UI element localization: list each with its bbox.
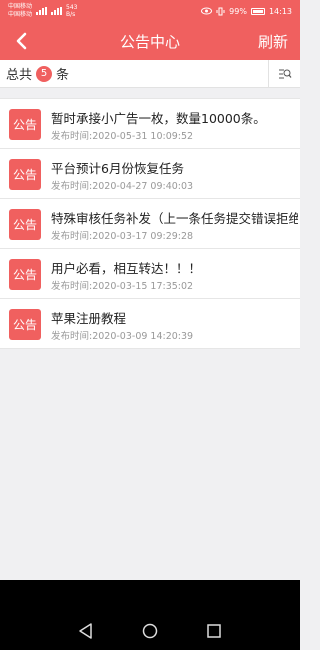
- status-bar: 中国移动 中国移动 543 B/s 99% 14:13: [0, 0, 300, 22]
- notice-title: 暂时承接小广告一枚，数量10000条。: [51, 111, 266, 126]
- refresh-button[interactable]: 刷新: [258, 31, 288, 52]
- back-button[interactable]: [8, 28, 34, 54]
- notice-time: 发布时间:2020-05-31 10:09:52: [51, 131, 194, 142]
- summary-prefix: 总共: [6, 68, 33, 83]
- network-speed: 543 B/s: [66, 4, 77, 18]
- triangle-back-icon[interactable]: [77, 622, 95, 640]
- phone-screen: 中国移动 中国移动 543 B/s 99% 14:13 公告中心 刷新 总共 5…: [0, 0, 300, 650]
- notice-time: 发布时间:2020-04-27 09:40:03: [51, 181, 194, 192]
- notice-item[interactable]: 公告 特殊审核任务补发（上一条任务提交错误拒绝的， 发布时间:2020-03-1…: [0, 199, 300, 249]
- battery-icon: [250, 7, 265, 15]
- app-header: 公告中心 刷新: [0, 22, 300, 60]
- notice-item[interactable]: 公告 暂时承接小广告一枚，数量10000条。 发布时间:2020-05-31 1…: [0, 99, 300, 149]
- signal-icon: [36, 7, 48, 15]
- signal-icon-2: [51, 7, 63, 15]
- carrier-2: 中国移动: [8, 11, 33, 18]
- notice-tag: 公告: [9, 309, 41, 340]
- network-speed-unit: B/s: [66, 11, 76, 18]
- notice-title: 苹果注册教程: [51, 311, 127, 326]
- notice-summary: 总共 5 条: [0, 60, 300, 88]
- notice-time: 发布时间:2020-03-17 09:29:28: [51, 231, 194, 242]
- square-recent-icon[interactable]: [205, 622, 223, 640]
- notice-title: 特殊审核任务补发（上一条任务提交错误拒绝的，: [51, 211, 298, 226]
- notice-tag: 公告: [9, 159, 41, 190]
- notice-item[interactable]: 公告 用户必看，相互转达！！！ 发布时间:2020-03-15 17:35:02: [0, 249, 300, 299]
- notice-tag: 公告: [9, 209, 41, 240]
- carrier-info: 中国移动 中国移动: [8, 3, 32, 19]
- notice-title: 平台预计6月份恢复任务: [51, 161, 184, 176]
- battery-percent: 99%: [229, 6, 247, 16]
- notice-tag: 公告: [9, 109, 41, 140]
- notice-list: 公告 暂时承接小广告一枚，数量10000条。 发布时间:2020-05-31 1…: [0, 98, 300, 349]
- eye-icon: [201, 7, 213, 15]
- notice-tag: 公告: [9, 259, 41, 290]
- chevron-left-icon: [16, 32, 27, 50]
- vibrate-icon: [216, 7, 225, 15]
- network-speed-value: 543: [66, 4, 78, 11]
- notice-title: 用户必看，相互转达！！！: [51, 261, 202, 276]
- notice-item[interactable]: 公告 苹果注册教程 发布时间:2020-03-09 14:20:39: [0, 299, 300, 349]
- clock: 14:13: [268, 6, 292, 16]
- carrier-1: 中国移动: [8, 3, 33, 10]
- system-nav-bar: [0, 580, 300, 650]
- status-right: 99% 14:13: [201, 7, 292, 16]
- notice-item[interactable]: 公告 平台预计6月份恢复任务 发布时间:2020-04-27 09:40:03: [0, 149, 300, 199]
- search-list-icon: [278, 69, 291, 79]
- summary-suffix: 条: [56, 68, 70, 83]
- notice-time: 发布时间:2020-03-09 14:20:39: [51, 331, 194, 342]
- page-title: 公告中心: [119, 32, 180, 51]
- notice-time: 发布时间:2020-03-15 17:35:02: [51, 281, 194, 292]
- notice-count-badge: 5: [36, 65, 53, 82]
- search-filter-button[interactable]: [268, 60, 300, 88]
- circle-home-icon[interactable]: [141, 622, 159, 640]
